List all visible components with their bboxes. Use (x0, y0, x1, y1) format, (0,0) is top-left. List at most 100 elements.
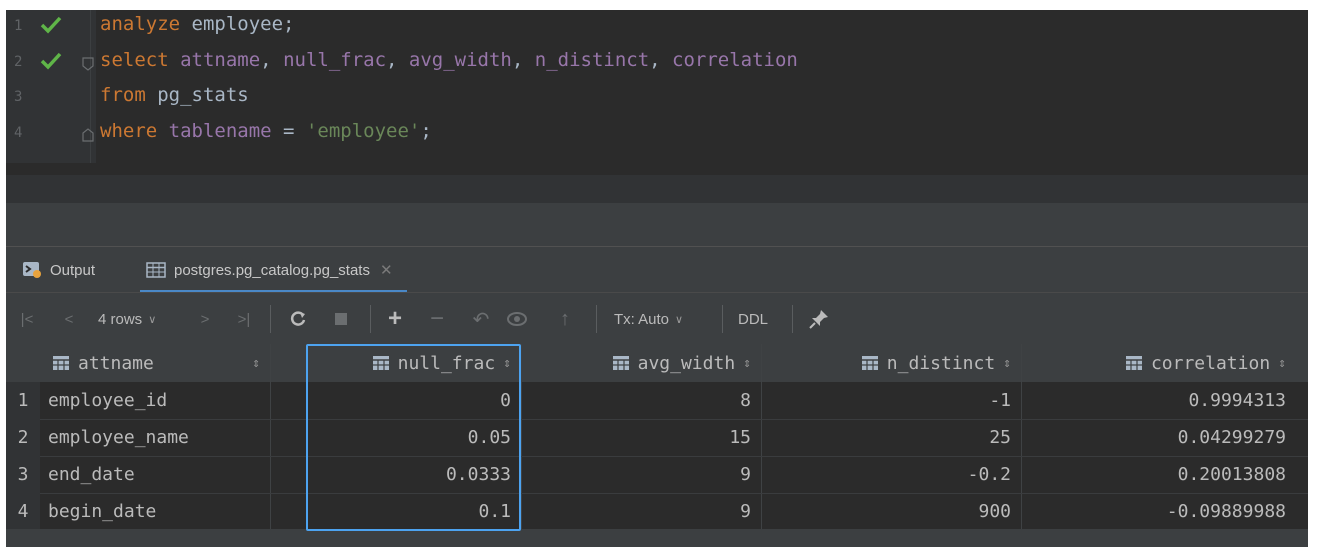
sql-identifier: avg_width (408, 49, 512, 71)
table-cell-null-frac[interactable]: 0.1 (270, 493, 521, 530)
table-cell-avg-width[interactable]: 15 (521, 419, 761, 456)
chevron-down-icon: ∨ (675, 313, 684, 326)
table-cell-n-distinct[interactable]: -0.2 (761, 456, 1021, 493)
row-number[interactable]: 4 (6, 493, 40, 530)
column-header-label: correlation (1150, 352, 1271, 374)
row-number[interactable]: 3 (6, 456, 40, 493)
close-tab-icon[interactable]: ✕ (380, 261, 393, 279)
table-cell-n-distinct[interactable]: 900 (761, 493, 1021, 530)
column-header-attname[interactable]: attname ⇕ (40, 344, 270, 382)
table-cell-attname[interactable]: employee_name (40, 419, 270, 456)
first-page-icon[interactable]: |< (18, 306, 36, 332)
table-cell-null-frac[interactable]: 0.05 (270, 419, 521, 456)
sort-icon[interactable]: ⇕ (743, 356, 751, 371)
table-row[interactable]: 2 employee_name 0.05 15 25 0.04299279 (6, 419, 1308, 456)
sql-identifier: null_frac (283, 49, 387, 71)
column-icon (52, 355, 70, 371)
fold-marker-icon[interactable] (82, 57, 94, 71)
fold-marker-icon[interactable] (82, 128, 94, 142)
table-cell-correlation[interactable]: 0.04299279 (1021, 419, 1296, 456)
table-cell-correlation[interactable]: -0.09889988 (1021, 493, 1296, 530)
sql-editor[interactable]: 1 analyze employee; 2 select attname, null_… (6, 10, 1308, 163)
sql-text: employee; (180, 13, 295, 35)
code-text: analyze employee; (100, 13, 294, 35)
tab-output-label: Output (50, 261, 96, 279)
previous-page-icon[interactable]: < (60, 306, 78, 332)
table-row[interactable]: 4 begin_date 0.1 9 900 -0.09889988 (6, 493, 1308, 530)
revert-icon[interactable]: ↶ (470, 306, 492, 332)
editor-line[interactable]: 3 from pg_stats (6, 81, 1308, 117)
table-cell-attname[interactable]: end_date (40, 456, 270, 493)
ddl-button[interactable]: DDL (738, 306, 768, 332)
row-number[interactable]: 1 (6, 382, 40, 419)
check-icon (40, 51, 62, 71)
table-cell-correlation[interactable]: 0.9994313 (1021, 382, 1296, 419)
table-cell-correlation[interactable]: 0.20013808 (1021, 456, 1296, 493)
table-row[interactable]: 1 employee_id 0 8 -1 0.9994313 (6, 382, 1308, 419)
row-count-label: 4 rows (98, 310, 143, 328)
table-cell-avg-width[interactable]: 9 (521, 493, 761, 530)
column-header-label: avg_width (637, 352, 736, 374)
column-icon (612, 355, 630, 371)
sql-text: , (511, 49, 535, 71)
sort-icon[interactable]: ⇕ (1003, 356, 1011, 371)
table-cell-null-frac[interactable]: 0 (270, 382, 521, 419)
submit-icon[interactable]: ↑ (554, 306, 576, 332)
table-cell-attname[interactable]: employee_id (40, 382, 270, 419)
editor-line[interactable]: 4 where tablename = 'employee'; (6, 117, 1308, 153)
refresh-icon[interactable] (286, 306, 310, 332)
editor-bottom-area (6, 163, 1308, 203)
sql-keyword: analyze (100, 13, 181, 35)
code-text: from pg_stats (100, 84, 249, 106)
sql-identifier: correlation (672, 49, 798, 71)
sql-string: 'employee' (305, 120, 421, 142)
row-count-dropdown[interactable]: 4 rows ∨ (98, 306, 156, 332)
column-header-correlation[interactable]: correlation ⇕ (1021, 344, 1296, 382)
tab-pg-stats[interactable]: postgres.pg_catalog.pg_stats ✕ (140, 247, 407, 293)
sql-text: pg_stats (145, 84, 249, 106)
check-icon (40, 15, 62, 35)
preview-changes-icon[interactable] (506, 306, 530, 332)
column-header-avg-width[interactable]: avg_width ⇕ (521, 344, 761, 382)
editor-line[interactable]: 2 select attname, null_frac, avg_width, n… (6, 46, 1308, 82)
sql-text: = (271, 120, 306, 142)
row-number[interactable]: 2 (6, 419, 40, 456)
console-output-icon (22, 261, 42, 279)
table-cell-avg-width[interactable]: 9 (521, 456, 761, 493)
table-row[interactable]: 3 end_date 0.0333 9 -0.2 0.20013808 (6, 456, 1308, 493)
sort-icon[interactable]: ⇕ (503, 356, 511, 371)
last-page-icon[interactable]: >| (234, 306, 254, 332)
table-cell-null-frac[interactable]: 0.0333 (270, 456, 521, 493)
results-tab-bar: Output postgres.pg_catalog.pg_stats ✕ (6, 246, 1308, 293)
sql-text: , (386, 49, 409, 71)
column-header-null-frac[interactable]: null_frac ⇕ (270, 344, 521, 382)
results-grid[interactable]: attname ⇕ null_frac ⇕ avg_width ⇕ n_distinct ⇕ c… (6, 344, 1308, 547)
sql-identifier: tablename (168, 120, 272, 142)
tx-mode-dropdown[interactable]: Tx: Auto ∨ (614, 306, 683, 332)
pin-icon[interactable] (806, 306, 832, 332)
delete-row-icon[interactable]: − (426, 305, 448, 332)
column-icon (1125, 355, 1143, 371)
code-text: select attname, null_frac, avg_width, n_… (100, 49, 798, 71)
panel-divider[interactable] (6, 203, 1308, 246)
stop-icon[interactable] (332, 306, 350, 332)
sql-identifier: n_distinct (534, 49, 650, 71)
column-icon (861, 355, 879, 371)
add-row-icon[interactable]: + (384, 305, 406, 332)
tab-output[interactable]: Output (22, 247, 95, 293)
ide-window: 1 analyze employee; 2 select attname, null_… (6, 10, 1308, 547)
table-cell-avg-width[interactable]: 8 (521, 382, 761, 419)
table-cell-attname[interactable]: begin_date (40, 493, 270, 530)
table-cell-n-distinct[interactable]: -1 (761, 382, 1021, 419)
column-header-n-distinct[interactable]: n_distinct ⇕ (761, 344, 1021, 382)
sort-icon[interactable]: ⇕ (1278, 356, 1286, 371)
sort-icon[interactable]: ⇕ (252, 356, 260, 371)
table-cell-n-distinct[interactable]: 25 (761, 419, 1021, 456)
column-header-label: n_distinct (886, 352, 996, 374)
editor-line[interactable]: 1 analyze employee; (6, 10, 1308, 46)
sql-text: , (649, 49, 673, 71)
sql-keyword: where (100, 120, 158, 142)
next-page-icon[interactable]: > (196, 306, 214, 332)
